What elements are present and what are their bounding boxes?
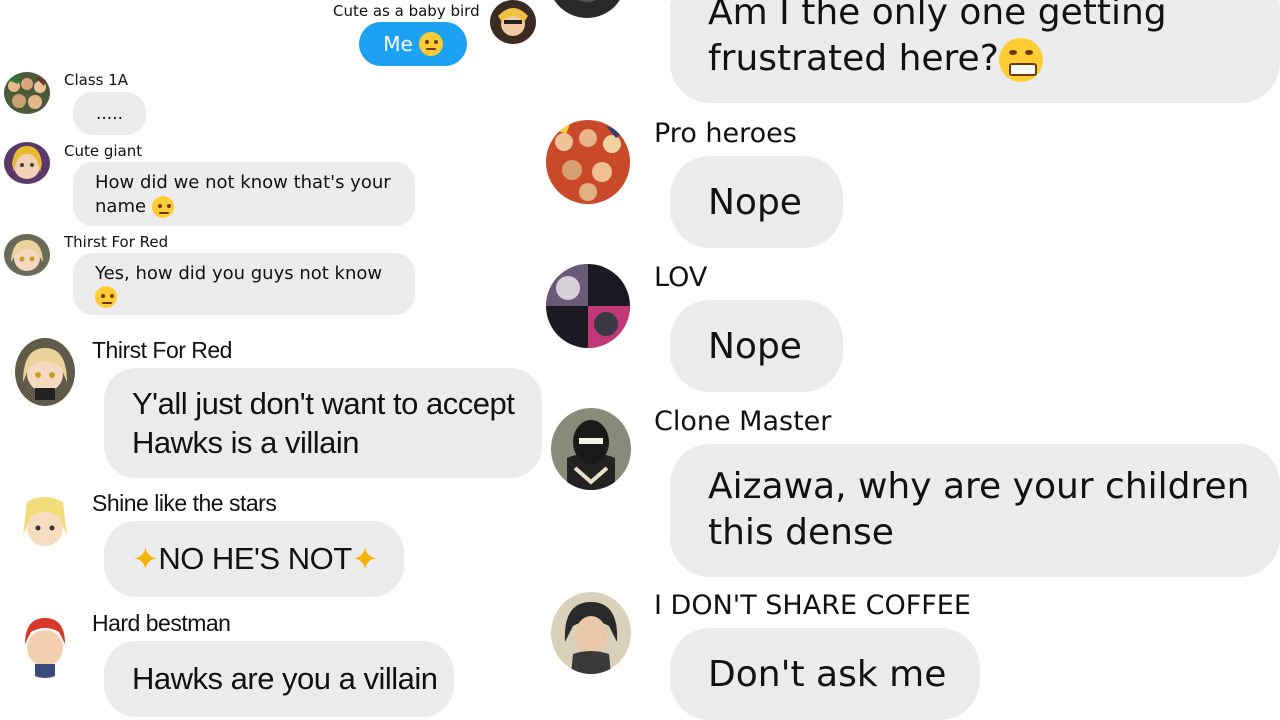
message-bubble[interactable]: Nope [670, 300, 843, 392]
message-bubble[interactable]: ✦ NO HE'S NOT ✦ [104, 521, 404, 597]
message-text: How did we not know that's your name [95, 172, 391, 217]
sender-name: LOV [654, 262, 708, 293]
avatar[interactable] [548, 0, 626, 18]
message-bubble[interactable]: Y'all just don't want to accept Hawks is… [104, 368, 542, 478]
sender-name: Class 1A [64, 71, 129, 89]
sender-name: I DON'T SHARE COFFEE [654, 590, 971, 621]
avatar[interactable] [4, 234, 50, 276]
message-bubble[interactable]: How did we not know that's your name [73, 162, 415, 226]
confused-face-icon [151, 196, 174, 218]
avatar[interactable] [546, 264, 630, 348]
sender-name: Shine like the stars [92, 490, 277, 516]
message-bubble[interactable]: ..... [73, 92, 146, 135]
message-text: NO HE'S NOT [158, 541, 352, 576]
avatar[interactable] [490, 0, 536, 44]
sparkles-icon: ✦ [132, 541, 159, 577]
avatar[interactable] [15, 610, 75, 678]
message-bubble[interactable]: Aizawa, why are your children this dense [670, 444, 1280, 577]
grimacing-face-icon [998, 38, 1043, 82]
message-bubble[interactable]: Hawks are you a villain [104, 641, 454, 717]
message-bubble-me[interactable]: Me [359, 22, 467, 66]
message-text: Hawks are you a villain [132, 661, 438, 696]
sender-name: Cute as a baby bird [333, 2, 480, 20]
message-text: Am I the only one getting frustrated her… [708, 0, 1167, 79]
sender-name: Thirst For Red [92, 337, 232, 363]
avatar[interactable] [15, 338, 75, 406]
message-text: Y'all just don't want to accept Hawks is… [132, 386, 515, 460]
sparkles-icon: ✦ [351, 541, 379, 577]
sender-name: Pro heroes [654, 118, 797, 149]
message-bubble[interactable]: Am I the only one getting frustrated her… [670, 0, 1280, 103]
message-text: Nope [708, 325, 802, 367]
sender-name: Clone Master [654, 406, 832, 437]
smiling-face-icon [418, 32, 443, 56]
sender-name: Thirst For Red [64, 233, 169, 251]
confused-face-icon [95, 286, 117, 308]
message-bubble[interactable]: Nope [670, 156, 843, 248]
sender-name: Cute giant [64, 142, 143, 160]
message-text: ..... [95, 103, 124, 124]
message-text: Aizawa, why are your children this dense [708, 466, 1250, 553]
message-text: Nope [708, 181, 802, 223]
message-text: Yes, how did you guys not know [95, 263, 383, 284]
message-text: Don't ask me [708, 653, 947, 695]
avatar[interactable] [4, 142, 50, 184]
message-bubble[interactable]: Yes, how did you guys not know [73, 253, 415, 315]
message-text: Me [383, 32, 413, 56]
avatar[interactable] [551, 408, 631, 490]
message-bubble[interactable]: Don't ask me [670, 628, 980, 720]
avatar[interactable] [15, 490, 75, 558]
avatar[interactable] [551, 592, 631, 674]
sender-name: Hard bestman [92, 610, 231, 636]
avatar[interactable] [4, 72, 50, 114]
avatar[interactable] [546, 120, 630, 204]
